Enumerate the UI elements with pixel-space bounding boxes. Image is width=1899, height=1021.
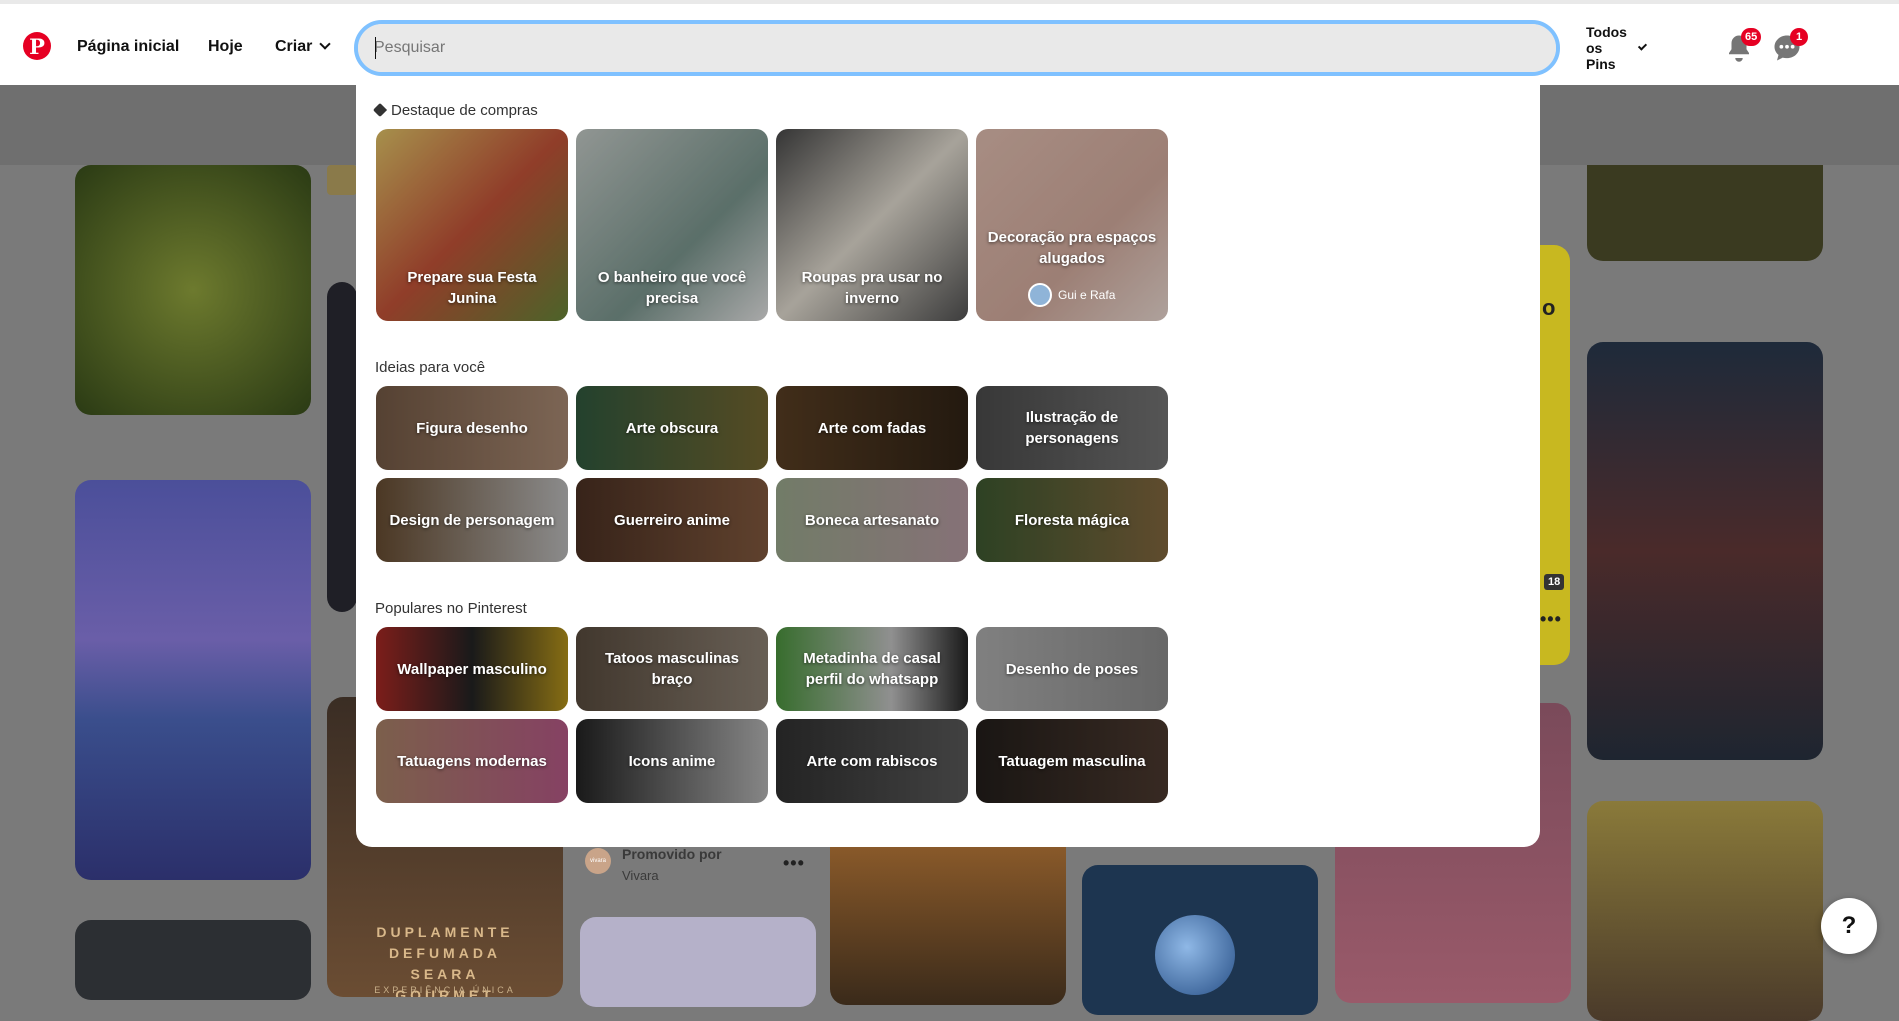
more-options-icon[interactable]: ••• — [1540, 609, 1562, 630]
pin-illustration[interactable] — [1587, 801, 1823, 1021]
card-label: Arte obscura — [625, 419, 719, 437]
nav-create-menu[interactable]: Criar — [275, 38, 332, 56]
card-label: Desenho de poses — [1005, 660, 1139, 678]
chevron-down-icon — [319, 38, 332, 50]
search-input[interactable] — [358, 24, 1556, 72]
top-nav-bar: P Página inicial Hoje Criar Todos os Pin… — [0, 0, 1899, 85]
nav-home-link[interactable]: Página inicial — [77, 38, 179, 56]
shopping-card-winter-clothes[interactable]: Roupas pra usar no inverno — [776, 129, 968, 321]
card-label: O banheiro que você precisa — [597, 269, 747, 307]
popular-card-metadinha-casal[interactable]: Metadinha de casal perfil do whatsapp — [776, 627, 968, 711]
card-label: Design de personagem — [389, 511, 555, 529]
popular-card-icons-anime[interactable]: Icons anime — [576, 719, 768, 803]
idea-card-arte-obscura[interactable]: Arte obscura — [576, 386, 768, 470]
card-label: Decoração pra espaços alugados — [987, 229, 1157, 267]
promoted-label: Promovido por — [622, 846, 722, 862]
chevron-down-icon — [1638, 41, 1648, 51]
pin-groot[interactable] — [75, 165, 311, 415]
shopping-card-festa-junina[interactable]: Prepare sua Festa Junina — [376, 129, 568, 321]
pin-thumb[interactable] — [327, 165, 357, 195]
pin-sunflowers[interactable] — [1587, 165, 1823, 261]
pin-dark[interactable] — [75, 920, 311, 1000]
promoted-brand[interactable]: Vivara — [622, 868, 659, 883]
card-label: Prepare sua Festa Junina — [407, 269, 537, 307]
shopping-card-rental-decor[interactable]: Decoração pra espaços alugados Gui e Raf… — [976, 129, 1168, 321]
messages-badge: 1 — [1790, 28, 1808, 46]
search-field-focused — [354, 20, 1560, 76]
idea-card-design-personagem[interactable]: Design de personagem — [376, 478, 568, 562]
ad-subtext: EXPERIÊNCIA ÚNICA — [374, 985, 516, 995]
pin-dark-tall[interactable] — [327, 282, 357, 612]
card-label: Roupas pra usar no inverno — [801, 269, 943, 307]
help-button[interactable]: ? — [1821, 898, 1877, 954]
idea-card-ilustracao-personagens[interactable]: Ilustração de personagens — [976, 386, 1168, 470]
text-caret — [375, 37, 376, 59]
shopping-card-bathroom[interactable]: O banheiro que você precisa — [576, 129, 768, 321]
card-label: Tatuagens modernas — [397, 752, 547, 770]
pin-blue-moon[interactable] — [1082, 865, 1318, 1015]
search-bar: Todos os Pins — [354, 20, 1648, 76]
popular-card-tatuagens-modernas[interactable]: Tatuagens modernas — [376, 719, 568, 803]
popular-section-title: Populares no Pinterest — [375, 600, 527, 617]
card-label: Boneca artesanato — [804, 511, 940, 529]
idea-card-figura-desenho[interactable]: Figura desenho — [376, 386, 568, 470]
card-creator: Gui e Rafa — [1028, 283, 1115, 307]
card-label: Arte com rabiscos — [806, 752, 938, 770]
popular-card-tatuagem-masculina[interactable]: Tatuagem masculina — [976, 719, 1168, 803]
pin-moon-sea[interactable] — [75, 480, 311, 880]
tag-icon — [372, 102, 388, 118]
card-label: Icons anime — [628, 752, 716, 770]
search-suggestions-dropdown: Destaque de compras Prepare sua Festa Ju… — [356, 84, 1540, 847]
card-label: Tatoos masculinas braço — [605, 650, 739, 688]
pin-sunset-sea[interactable] — [830, 845, 1066, 1005]
nav-today-link[interactable]: Hoje — [208, 38, 243, 56]
shopping-section-title: Destaque de compras — [372, 102, 538, 119]
idea-card-floresta-magica[interactable]: Floresta mágica — [976, 478, 1168, 562]
pin-spiderman[interactable] — [1587, 342, 1823, 760]
popular-card-tatoos-masculinas[interactable]: Tatoos masculinas braço — [576, 627, 768, 711]
pin-filter-dropdown[interactable]: Todos os Pins — [1586, 20, 1648, 76]
pin-lilac[interactable] — [580, 917, 816, 1007]
yellow-pin-letter: o — [1542, 295, 1556, 320]
promoter-avatar[interactable]: vivara — [585, 848, 611, 874]
idea-card-boneca-artesanato[interactable]: Boneca artesanato — [776, 478, 968, 562]
pin-yellow[interactable]: o — [1540, 245, 1570, 665]
pin-count-badge: 18 — [1544, 574, 1565, 590]
card-label: Guerreiro anime — [614, 511, 730, 529]
popular-card-arte-com-rabiscos[interactable]: Arte com rabiscos — [776, 719, 968, 803]
card-label: Ilustração de personagens — [1025, 409, 1119, 447]
pinterest-logo-icon[interactable]: P — [23, 32, 51, 60]
nav-create-label: Criar — [275, 38, 313, 55]
card-label: Wallpaper masculino — [397, 660, 547, 678]
card-label: Figura desenho — [416, 419, 528, 437]
creator-avatar — [1028, 283, 1052, 307]
notifications-badge: 65 — [1741, 28, 1762, 46]
card-label: Arte com fadas — [817, 419, 927, 437]
card-label: Floresta mágica — [1014, 511, 1130, 529]
popular-card-desenho-poses[interactable]: Desenho de poses — [976, 627, 1168, 711]
card-label: Metadinha de casal perfil do whatsapp — [803, 650, 941, 688]
card-label: Tatuagem masculina — [998, 752, 1146, 770]
pin-filter-label: Todos os Pins — [1586, 24, 1627, 72]
ideas-section-title: Ideias para você — [375, 359, 486, 376]
more-options-icon[interactable]: ••• — [783, 853, 805, 874]
moon-image — [1155, 915, 1235, 995]
idea-card-arte-com-fadas[interactable]: Arte com fadas — [776, 386, 968, 470]
idea-card-guerreiro-anime[interactable]: Guerreiro anime — [576, 478, 768, 562]
popular-card-wallpaper-masculino[interactable]: Wallpaper masculino — [376, 627, 568, 711]
